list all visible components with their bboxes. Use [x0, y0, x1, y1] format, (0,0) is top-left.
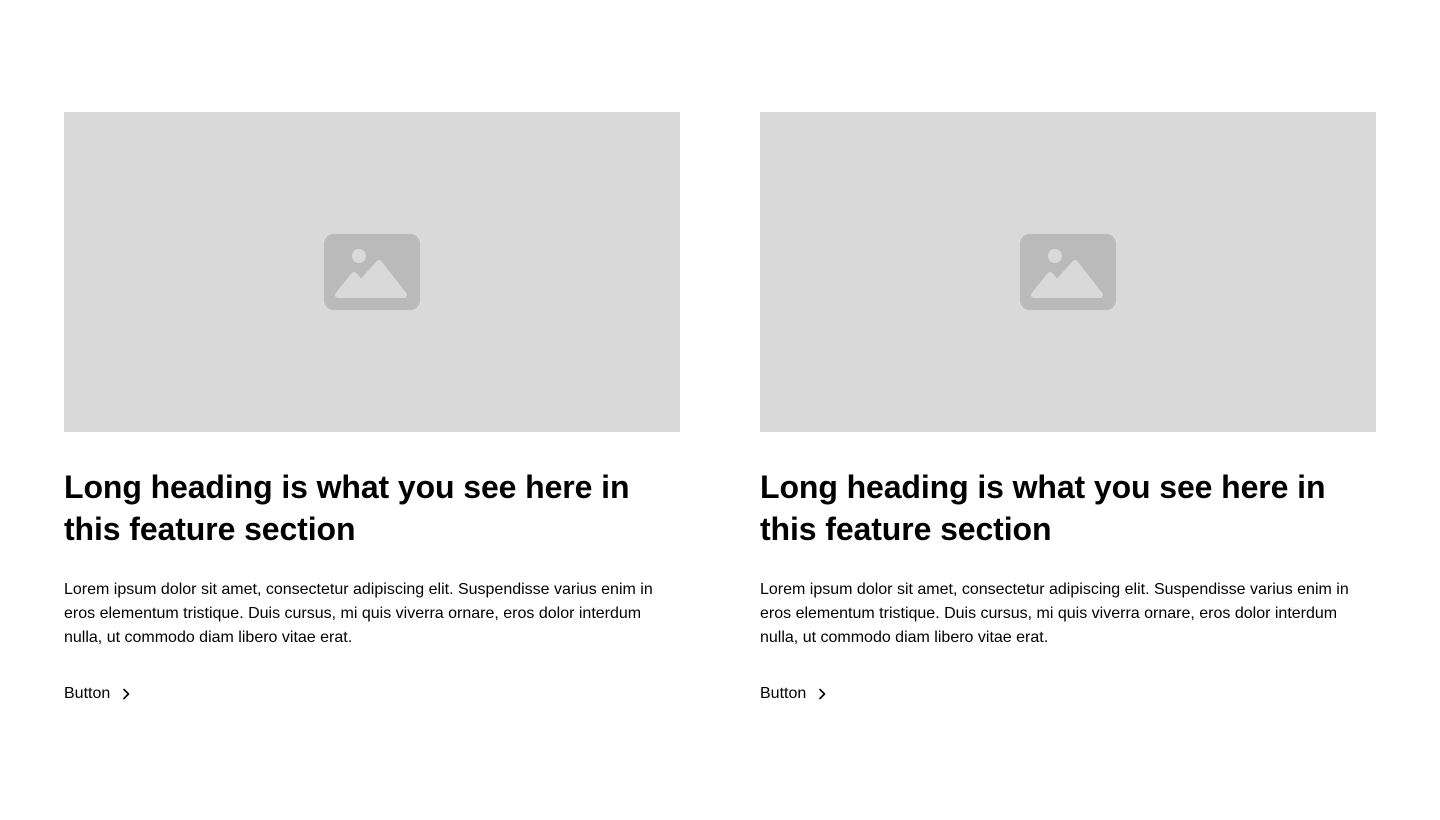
feature-heading: Long heading is what you see here in thi… [64, 469, 630, 547]
feature-section: Long heading is what you see here in thi… [64, 112, 1376, 706]
button-label: Button [64, 685, 111, 702]
image-placeholder [760, 112, 1376, 432]
feature-link-button[interactable]: Button [760, 682, 830, 706]
feature-card-2: Long heading is what you see here in thi… [760, 112, 1376, 706]
button-label: Button [760, 685, 807, 702]
image-placeholder [64, 112, 680, 432]
feature-link-button[interactable]: Button [64, 682, 134, 706]
chevron-right-icon [118, 686, 134, 702]
feature-description: Lorem ipsum dolor sit amet, consectetur … [64, 581, 653, 646]
feature-card-1: Long heading is what you see here in thi… [64, 112, 680, 706]
feature-heading: Long heading is what you see here in thi… [760, 469, 1326, 547]
feature-description: Lorem ipsum dolor sit amet, consectetur … [760, 581, 1349, 646]
image-placeholder-icon [1020, 234, 1116, 310]
image-placeholder-icon [324, 234, 420, 310]
chevron-right-icon [814, 686, 830, 702]
